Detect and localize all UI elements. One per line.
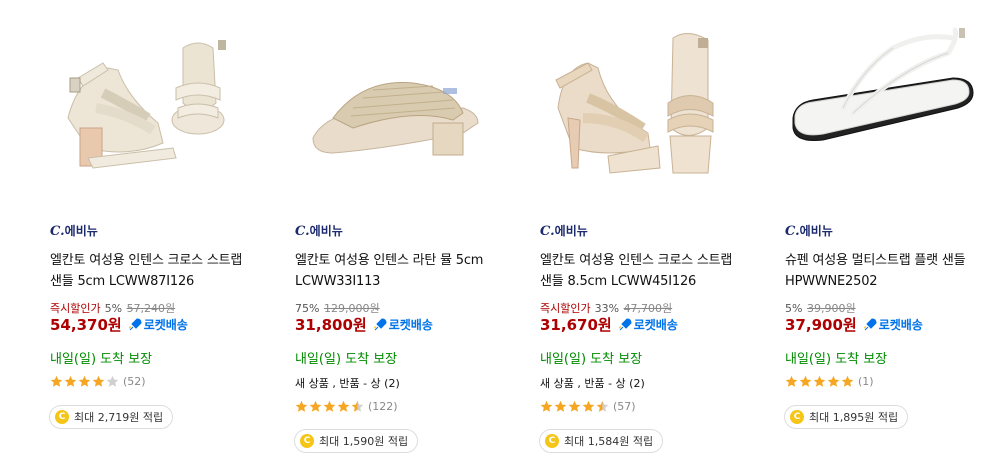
review-count: (1) (858, 375, 874, 388)
star-icon (785, 375, 798, 387)
price-row: 37,900원 로켓배송 (785, 314, 923, 335)
cashback-text: 최대 1,584원 적립 (564, 435, 654, 448)
cashback-badge: C 최대 1,584원 적립 (539, 429, 664, 453)
review-count: (52) (123, 375, 146, 388)
product-grid: C.에비뉴 엘칸토 여성용 인텐스 크로스 스트랩 샌들 5cm LCWW87I… (0, 0, 1000, 464)
product-name[interactable]: 엘칸토 여성용 인텐스 라탄 뮬 5cm LCWW33I113 (295, 250, 495, 292)
sale-price: 37,900원 (785, 316, 857, 334)
cashback-badge: C 최대 1,895원 적립 (784, 405, 909, 429)
star-icon (568, 400, 581, 412)
product-card[interactable]: C.에비뉴 슈펜 여성용 멀티스트랩 플랫 샌들 HPWWNE2502 5% 3… (783, 0, 1000, 464)
sale-price: 31,670원 (540, 316, 612, 334)
star-icon (50, 375, 63, 387)
rocket-delivery-badge: 로켓배송 (373, 316, 433, 333)
product-image[interactable] (783, 8, 983, 198)
price-row: 31,670원 로켓배송 (540, 314, 678, 335)
product-name[interactable]: 슈펜 여성용 멀티스트랩 플랫 샌들 HPWWNE2502 (785, 250, 985, 292)
star-rating (50, 375, 120, 388)
rocket-delivery-badge: 로켓배송 (128, 316, 188, 333)
star-icon (596, 400, 609, 412)
star-rating (540, 400, 610, 413)
rocket-delivery-badge: 로켓배송 (863, 316, 923, 333)
star-icon (337, 400, 350, 412)
white-flat-sandal-image (792, 27, 974, 141)
coin-icon: C (790, 410, 804, 424)
cashback-text: 최대 2,719원 적립 (74, 411, 164, 424)
rocket-icon (863, 317, 877, 330)
brand-logo: C.에비뉴 (295, 224, 343, 239)
star-icon (554, 400, 567, 412)
star-icon (78, 375, 91, 387)
cashback-text: 최대 1,895원 적립 (809, 411, 899, 424)
star-icon (92, 375, 105, 387)
star-icon (827, 375, 840, 387)
rocket-icon (373, 317, 387, 330)
product-name[interactable]: 엘칸토 여성용 인텐스 크로스 스트랩 샌들 5cm LCWW87I126 (50, 250, 250, 292)
star-icon (799, 375, 812, 387)
price-row: 31,800원 로켓배송 (295, 314, 433, 335)
review-count: (57) (613, 400, 636, 413)
condition-info[interactable]: 새 상품 , 반품 - 상 (2) (295, 375, 400, 391)
cashback-badge: C 최대 2,719원 적립 (49, 405, 174, 429)
condition-info[interactable]: 새 상품 , 반품 - 상 (2) (540, 375, 645, 391)
product-card[interactable]: C.에비뉴 엘칸토 여성용 인텐스 크로스 스트랩 샌들 8.5cm LCWW4… (538, 0, 758, 464)
sale-price: 31,800원 (295, 316, 367, 334)
price-row: 54,370원 로켓배송 (50, 314, 188, 335)
rattan-mule-image (312, 81, 479, 156)
star-rating (785, 375, 855, 388)
product-rating: (1) (785, 375, 874, 388)
cashback-badge: C 최대 1,590원 적립 (294, 429, 419, 453)
star-icon (841, 375, 854, 387)
star-icon (106, 375, 119, 387)
product-rating: (57) (540, 400, 636, 413)
star-icon (351, 400, 364, 412)
sale-price: 54,370원 (50, 316, 122, 334)
star-icon (64, 375, 77, 387)
brand-logo: C.에비뉴 (50, 224, 98, 239)
product-image[interactable] (293, 8, 493, 198)
review-count: (122) (368, 400, 398, 413)
coin-icon: C (545, 434, 559, 448)
star-icon (540, 400, 553, 412)
product-name[interactable]: 엘칸토 여성용 인텐스 크로스 스트랩 샌들 8.5cm LCWW45I126 (540, 250, 740, 292)
rocket-delivery-badge: 로켓배송 (618, 316, 678, 333)
cashback-text: 최대 1,590원 적립 (319, 435, 409, 448)
delivery-promise: 내일(일) 도착 보장 (295, 352, 398, 367)
rocket-icon (128, 317, 142, 330)
product-rating: (122) (295, 400, 398, 413)
cream-cross-strap-sandal-image (67, 40, 226, 169)
coin-icon: C (55, 410, 69, 424)
rocket-icon (618, 317, 632, 330)
beige-platform-sandal-image (555, 33, 714, 174)
delivery-promise: 내일(일) 도착 보장 (785, 352, 888, 367)
product-card[interactable]: C.에비뉴 엘칸토 여성용 인텐스 라탄 뮬 5cm LCWW33I113 75… (293, 0, 513, 464)
product-image[interactable] (538, 8, 738, 198)
product-rating: (52) (50, 375, 146, 388)
star-icon (309, 400, 322, 412)
star-rating (295, 400, 365, 413)
brand-logo: C.에비뉴 (540, 224, 588, 239)
star-icon (323, 400, 336, 412)
brand-logo: C.에비뉴 (785, 224, 833, 239)
coin-icon: C (300, 434, 314, 448)
star-icon (813, 375, 826, 387)
product-image[interactable] (48, 8, 248, 198)
star-icon (295, 400, 308, 412)
product-card[interactable]: C.에비뉴 엘칸토 여성용 인텐스 크로스 스트랩 샌들 5cm LCWW87I… (48, 0, 268, 464)
star-icon (582, 400, 595, 412)
delivery-promise: 내일(일) 도착 보장 (50, 352, 153, 367)
delivery-promise: 내일(일) 도착 보장 (540, 352, 643, 367)
